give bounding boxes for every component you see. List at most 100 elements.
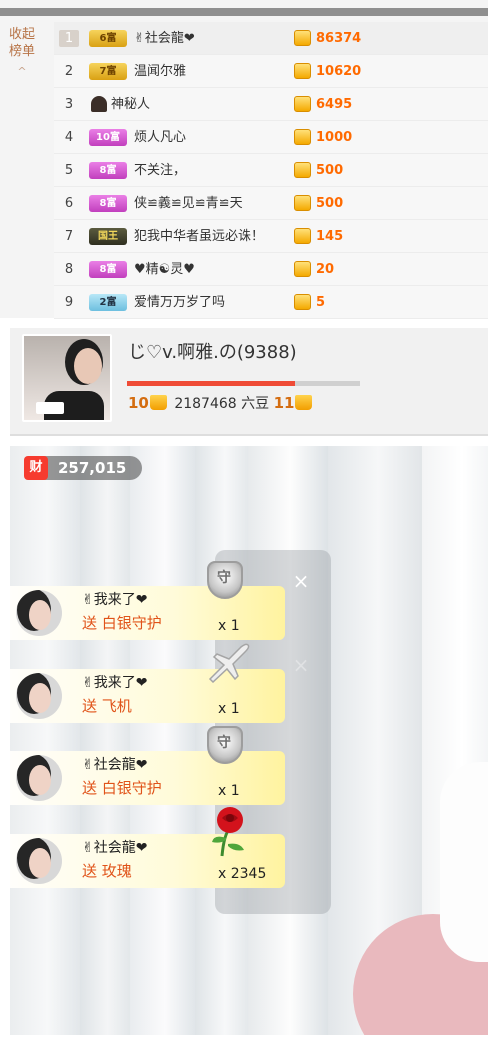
rank-number: 4 — [64, 130, 74, 145]
contribution-ranking-panel: 收起 榜单 ^ 1 6富 ✌社会龍❤ 86374 2 7富 温闻尔雅 10620… — [0, 0, 488, 319]
gift-notification[interactable]: ✌我来了❤ 送 飞机 x 1 — [10, 643, 285, 723]
gift-notification[interactable]: ✌我来了❤ 送 白银守护 x 1 守 — [10, 561, 285, 640]
gift-action: 送 飞机 — [82, 697, 132, 715]
ranking-row[interactable]: 8 8富 ♥精☯灵♥ 20 — [54, 253, 488, 286]
avatar[interactable] — [16, 755, 62, 801]
coin-stack-icon — [294, 228, 311, 244]
coin-stack-icon — [294, 96, 311, 112]
coin-stack-icon — [294, 30, 311, 46]
fortune-value: 257,015 — [58, 459, 127, 477]
rank-number: 2 — [64, 64, 74, 79]
gift-count: x 1 — [218, 618, 240, 634]
live-stream-video[interactable]: 财 257,015 × × ✌我来了❤ 送 白银守护 x 1 守 ✌我来了❤ 送… — [10, 446, 488, 1035]
ranking-user-name[interactable]: 烦人凡心 — [134, 129, 314, 146]
gift-sender-name: ✌社会龍❤ — [82, 840, 148, 856]
ranking-user-name[interactable]: ✌社会龍❤ — [134, 30, 314, 47]
ranking-user-name[interactable]: 不关注， — [134, 162, 314, 179]
ranking-row[interactable]: 7 国王 犯我中华者虽远必诛！ 145 — [54, 220, 488, 253]
collapse-label-line-2: 榜单 — [8, 44, 35, 59]
avatar[interactable] — [16, 590, 62, 636]
gift-count: x 1 — [218, 701, 240, 717]
rank-number: 1 — [59, 30, 79, 47]
rank-number: 3 — [64, 97, 74, 112]
rank-number: 6 — [64, 196, 74, 211]
wealth-level-badge: 8富 — [89, 195, 127, 212]
avatar-name-plate — [36, 402, 64, 414]
collapse-label-line-1: 收起 — [8, 27, 35, 42]
rank-number: 5 — [64, 163, 74, 178]
avatar[interactable] — [16, 673, 62, 719]
contribution-value: 20 — [316, 262, 335, 277]
ranking-row[interactable]: 2 7富 温闻尔雅 10620 — [54, 55, 488, 88]
avatar[interactable] — [16, 838, 62, 884]
wealth-level-badge: 10富 — [89, 129, 127, 146]
ranking-row[interactable]: 5 8富 不关注， 500 — [54, 154, 488, 187]
airplane-icon — [208, 643, 250, 683]
wealth-level-badge: 7富 — [89, 63, 127, 80]
ranking-row[interactable]: 1 6富 ✌社会龍❤ 86374 — [54, 22, 488, 55]
wealth-level-badge: 8富 — [89, 261, 127, 278]
close-icon[interactable]: × — [290, 570, 312, 592]
level-progress-bar — [127, 381, 360, 386]
ranking-row[interactable]: 9 2富 爱情万万岁了吗 5 — [54, 286, 488, 319]
gift-notification[interactable]: ✌社会龍❤ 送 白银守护 x 1 守 — [10, 726, 285, 805]
collapse-ranking-button[interactable]: 收起 榜单 ^ — [8, 26, 36, 80]
contribution-value: 500 — [316, 196, 344, 211]
anchor-stats: 10 2187468 六豆 11 — [128, 392, 388, 414]
gift-action: 送 白银守护 — [82, 614, 162, 632]
contribution-value: 10620 — [316, 64, 362, 79]
close-icon[interactable]: × — [290, 654, 312, 676]
contribution-value: 145 — [316, 229, 344, 244]
ranking-user-name[interactable]: 爱情万万岁了吗 — [134, 294, 314, 311]
mystery-user-icon — [89, 96, 109, 113]
ranking-top-divider — [0, 8, 488, 16]
ranking-user-name[interactable]: 侠≌義≌见≌青≌天 — [134, 195, 314, 212]
gift-action: 送 玫瑰 — [82, 862, 132, 880]
curtain-fold — [80, 446, 135, 1035]
ranking-user-name[interactable]: 神秘人 — [111, 96, 291, 113]
contribution-value: 86374 — [316, 31, 362, 46]
gift-sender-name: ✌我来了❤ — [82, 592, 148, 608]
silver-guard-icon: 守 — [207, 561, 243, 599]
gift-notification[interactable]: ✌社会龍❤ 送 玫瑰 x 2345 — [10, 807, 285, 888]
contribution-value: 5 — [316, 295, 326, 310]
ranking-row[interactable]: 3 神秘人 6495 — [54, 88, 488, 121]
current-level: 10 — [128, 394, 149, 412]
gift-sender-name: ✌我来了❤ — [82, 675, 148, 691]
avatar-face-shape — [74, 348, 102, 384]
wealth-level-badge: 8富 — [89, 162, 127, 179]
ranking-user-name[interactable]: 犯我中华者虽远必诛！ — [134, 228, 314, 245]
gift-action: 送 白银守护 — [82, 779, 162, 797]
rank-number: 9 — [64, 295, 74, 310]
coin-stack-icon — [294, 294, 311, 310]
coin-stack-icon — [294, 63, 311, 79]
contribution-value: 1000 — [316, 130, 353, 145]
curtain-fold — [130, 446, 200, 1035]
ranking-list: 1 6富 ✌社会龍❤ 86374 2 7富 温闻尔雅 10620 3 神秘人 6… — [54, 22, 488, 319]
anchor-info-card: じ♡v.啊雅.の(9388) 10 2187468 六豆 11 — [10, 328, 488, 436]
next-level: 11 — [273, 394, 295, 412]
ranking-row[interactable]: 6 8富 侠≌義≌见≌青≌天 500 — [54, 187, 488, 220]
ranking-row[interactable]: 4 10富 烦人凡心 1000 — [54, 121, 488, 154]
coin-stack-icon — [294, 261, 311, 277]
coin-stack-icon — [294, 129, 311, 145]
fortune-counter[interactable]: 财 257,015 — [24, 456, 142, 480]
crown-icon — [295, 395, 313, 410]
gift-count: x 2345 — [218, 866, 267, 882]
level-progress-fill — [127, 381, 295, 386]
chevron-up-icon: ^ — [17, 65, 27, 78]
king-level-badge: 国王 — [89, 228, 127, 245]
ranking-user-name[interactable]: ♥精☯灵♥ — [134, 261, 314, 278]
wealth-level-badge: 6富 — [89, 30, 127, 47]
white-object-shape — [440, 762, 488, 962]
gift-sender-name: ✌社会龍❤ — [82, 757, 148, 773]
bean-count: 2187468 六豆 — [174, 396, 270, 412]
anchor-avatar[interactable] — [22, 334, 112, 422]
crown-icon — [149, 395, 167, 410]
silver-guard-icon: 守 — [207, 726, 243, 764]
ranking-user-name[interactable]: 温闻尔雅 — [134, 63, 314, 80]
app-root: 收起 榜单 ^ 1 6富 ✌社会龍❤ 86374 2 7富 温闻尔雅 10620… — [0, 0, 498, 1045]
gift-count: x 1 — [218, 783, 240, 799]
contribution-value: 6495 — [316, 97, 353, 112]
wealth-level-badge: 2富 — [89, 294, 127, 311]
